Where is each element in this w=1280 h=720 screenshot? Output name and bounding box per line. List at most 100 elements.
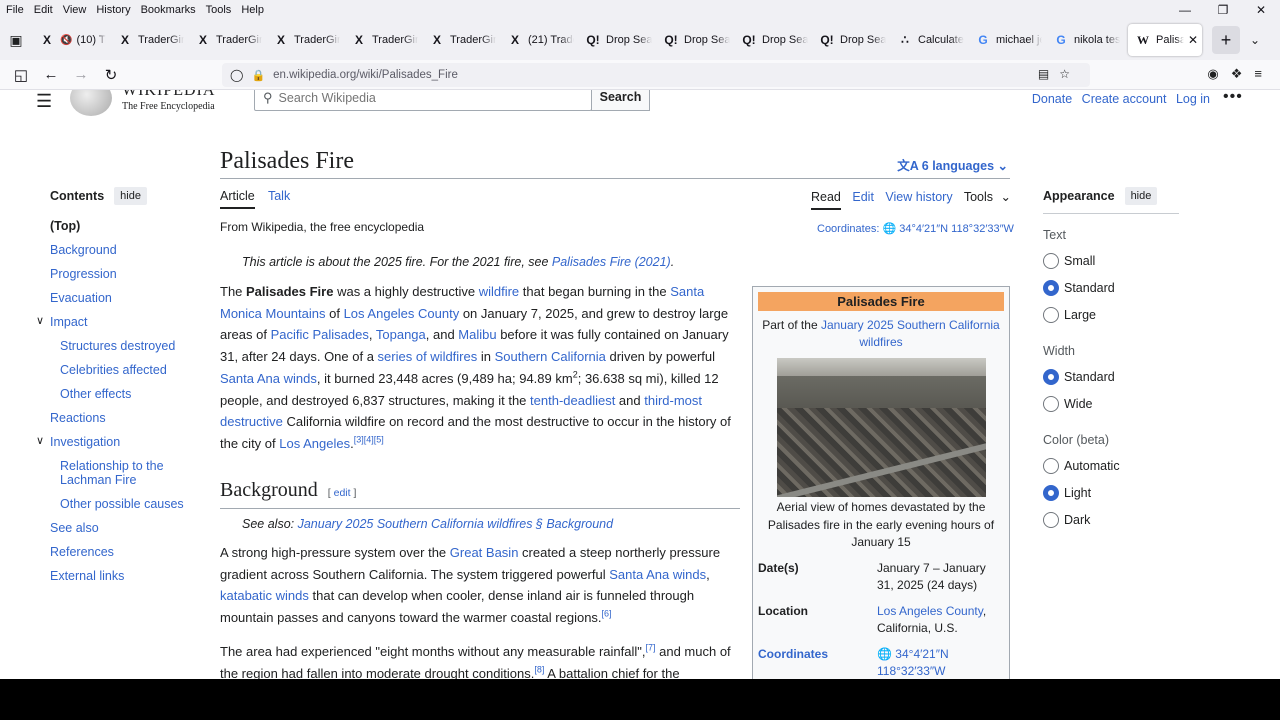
radio-checked-icon[interactable]: [1043, 369, 1059, 385]
new-tab-button[interactable]: +: [1212, 26, 1240, 54]
browser-tab[interactable]: Q! Drop Sea: [656, 24, 734, 56]
toc-item[interactable]: ∨ Impact: [36, 315, 190, 339]
toc-item-label[interactable]: Celebrities affected: [60, 363, 167, 377]
donate-link[interactable]: Donate: [1032, 92, 1072, 106]
back-icon[interactable]: ←: [36, 66, 66, 83]
link-tenth-deadliest[interactable]: tenth-deadliest: [530, 393, 615, 408]
menu-bookmarks[interactable]: Bookmarks: [136, 4, 201, 16]
toc-item-label[interactable]: Other possible causes: [60, 497, 184, 511]
color-radio[interactable]: Dark: [1043, 512, 1183, 528]
link-series-of-wildfires[interactable]: series of wildfires: [378, 349, 478, 364]
browser-tab[interactable]: X TraderGirl: [110, 24, 188, 56]
toc-item-label[interactable]: Impact: [50, 315, 88, 329]
link-katabatic-winds[interactable]: katabatic winds: [220, 588, 309, 603]
account-icon[interactable]: ◉: [1207, 66, 1230, 81]
menu-view[interactable]: View: [58, 4, 92, 16]
wikipedia-globe-logo[interactable]: [70, 90, 112, 116]
citation-link[interactable]: [6]: [602, 609, 612, 619]
link-santa-ana-winds-2[interactable]: Santa Ana winds: [609, 567, 706, 582]
link-topanga[interactable]: Topanga: [376, 327, 426, 342]
wikipedia-wordmark[interactable]: Wikipedia: [122, 90, 215, 100]
toc-item[interactable]: Progression: [50, 267, 190, 291]
extensions-icon[interactable]: ❖: [1231, 66, 1255, 81]
toc-item-label[interactable]: Investigation: [50, 435, 120, 449]
section-edit-link[interactable]: [ edit ]: [328, 487, 357, 499]
browser-tab[interactable]: X (21) Trade: [500, 24, 578, 56]
coordinates-link[interactable]: 34°4′21″N 118°32′33″W: [899, 223, 1014, 235]
globe-icon[interactable]: 🌐: [877, 647, 892, 661]
toc-item-label[interactable]: (Top): [50, 219, 80, 233]
address-bar[interactable]: ◯ 🔒 en.wikipedia.org/wiki/Palisades_Fire…: [222, 63, 1090, 87]
toc-item-label[interactable]: See also: [50, 521, 99, 535]
toc-item[interactable]: Other possible causes: [50, 497, 190, 521]
color-radio[interactable]: Light: [1043, 485, 1183, 501]
more-options-icon[interactable]: •••: [1223, 90, 1243, 106]
toc-item-label[interactable]: Background: [50, 243, 117, 257]
url-text[interactable]: en.wikipedia.org/wiki/Palisades_Fire: [273, 69, 458, 81]
color-radio[interactable]: Automatic: [1043, 458, 1183, 474]
app-menu-icon[interactable]: ≡: [1254, 66, 1274, 81]
link-pacific-palisades[interactable]: Pacific Palisades: [271, 327, 369, 342]
language-button[interactable]: 文A 6 languages ⌄: [897, 155, 1008, 174]
infobox-key-link[interactable]: Coordinates: [753, 646, 877, 680]
toc-item-label[interactable]: Evacuation: [50, 291, 112, 305]
toc-item[interactable]: Evacuation: [50, 291, 190, 315]
tab-view-history[interactable]: View history: [885, 190, 952, 204]
toc-item[interactable]: Reactions: [50, 411, 190, 435]
text-size-radio[interactable]: Large: [1043, 307, 1183, 323]
lock-icon[interactable]: 🔒: [251, 69, 265, 82]
toc-item[interactable]: Celebrities affected: [50, 363, 190, 387]
restore-icon[interactable]: ❐: [1204, 0, 1242, 20]
link-third-most-destructive[interactable]: third-most destructive: [220, 393, 702, 430]
toc-item-label[interactable]: Progression: [50, 267, 117, 281]
tab-edit[interactable]: Edit: [852, 190, 874, 204]
toc-item[interactable]: Structures destroyed: [50, 339, 190, 363]
radio-checked-icon[interactable]: [1043, 485, 1059, 501]
link-malibu[interactable]: Malibu: [458, 327, 496, 342]
menu-edit[interactable]: Edit: [29, 4, 58, 16]
toc-item-label[interactable]: Other effects: [60, 387, 131, 401]
browser-tab[interactable]: ∴ Calculate: [890, 24, 968, 56]
browser-tab[interactable]: X TraderGirl: [344, 24, 422, 56]
tab-active-wikipedia[interactable]: W Palisade ✕: [1128, 24, 1202, 56]
tab-tools[interactable]: Tools: [964, 190, 993, 204]
toc-item[interactable]: ∨ Investigation: [36, 435, 190, 459]
browser-tab[interactable]: X 🔇 (10) Tr: [32, 24, 110, 56]
toc-item-label[interactable]: Relationship to the Lachman Fire: [60, 459, 164, 487]
menu-history[interactable]: History: [91, 4, 135, 16]
browser-tab[interactable]: Q! Drop Sea: [578, 24, 656, 56]
citation-link[interactable]: [7]: [645, 643, 655, 653]
toc-item-label[interactable]: External links: [50, 569, 124, 583]
radio-unchecked-icon[interactable]: [1043, 253, 1059, 269]
citation-link[interactable]: [3][4][5]: [354, 435, 384, 445]
width-radio[interactable]: Wide: [1043, 396, 1183, 412]
text-size-radio[interactable]: Standard: [1043, 280, 1183, 296]
reload-icon[interactable]: ↻: [96, 66, 126, 84]
toc-item[interactable]: (Top): [50, 219, 190, 243]
main-menu-icon[interactable]: ☰: [36, 91, 52, 112]
search-button[interactable]: Search: [591, 90, 650, 111]
radio-unchecked-icon[interactable]: [1043, 458, 1059, 474]
minimize-icon[interactable]: —: [1166, 0, 1204, 20]
bookmark-star-icon[interactable]: ☆: [1059, 67, 1080, 81]
toc-item[interactable]: References: [50, 545, 190, 569]
browser-tab[interactable]: X TraderGirl: [188, 24, 266, 56]
chevron-down-icon[interactable]: ⌄: [1250, 33, 1260, 47]
infobox-image[interactable]: [776, 358, 986, 497]
create-account-link[interactable]: Create account: [1082, 92, 1167, 106]
appearance-hide-button[interactable]: hide: [1124, 187, 1158, 205]
sidebar-icon[interactable]: ◱: [6, 66, 36, 84]
radio-unchecked-icon[interactable]: [1043, 396, 1059, 412]
firefox-view-icon[interactable]: ▣: [0, 24, 32, 56]
radio-unchecked-icon[interactable]: [1043, 512, 1059, 528]
citation-link[interactable]: [8]: [534, 664, 544, 674]
text-size-radio[interactable]: Small: [1043, 253, 1183, 269]
tab-read[interactable]: Read: [811, 190, 841, 210]
chevron-down-icon[interactable]: ⌄: [1001, 190, 1011, 204]
link-los-angeles-county[interactable]: Los Angeles County: [344, 306, 460, 321]
menu-tools[interactable]: Tools: [201, 4, 237, 16]
chevron-down-icon[interactable]: ∨: [36, 434, 44, 447]
toc-item[interactable]: Relationship to the Lachman Fire: [50, 459, 190, 497]
globe-icon[interactable]: 🌐: [882, 223, 896, 235]
part-of-link[interactable]: January 2025 Southern California wildfir…: [821, 318, 1000, 349]
